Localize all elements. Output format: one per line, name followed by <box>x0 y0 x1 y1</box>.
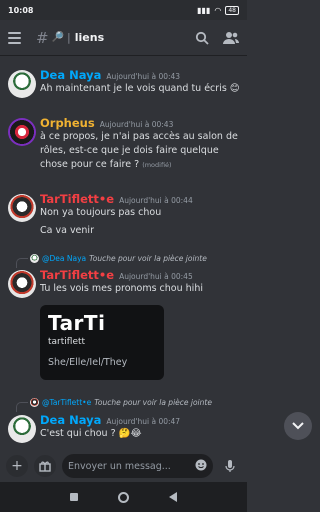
image-attachment[interactable]: TarTi tartiflett She/Elle/Iel/They <box>40 305 164 380</box>
reply-author[interactable]: @TarTiflett•e <box>42 398 91 407</box>
author-name[interactable]: Dea Naya <box>40 413 101 427</box>
reply-avatar <box>30 397 39 407</box>
jump-to-bottom-button[interactable] <box>284 412 312 440</box>
channel-name: liens <box>74 31 105 44</box>
timestamp: Aujourd'hui à 00:45 <box>119 272 193 281</box>
battery-icon: 48 <box>225 5 239 15</box>
gift-button[interactable] <box>34 455 56 477</box>
reply-reference[interactable]: @TarTiflett•e Touche pour voir la pièce … <box>16 396 245 412</box>
reply-reference[interactable]: @Dea Naya Touche pour voir la pièce join… <box>16 252 245 268</box>
avatar[interactable] <box>8 70 36 98</box>
channel-emoji: 🔎 <box>51 32 65 43</box>
message-feed[interactable]: Dea Naya Aujourd'hui à 00:43 Ah maintena… <box>0 56 247 452</box>
author-name[interactable]: Orpheus <box>40 116 95 130</box>
chevron-down-icon <box>292 422 304 430</box>
message-text: Non ya toujours pas chou <box>40 207 162 218</box>
status-bar: 10:08 ▮▮▮ ◠ 48 <box>0 0 247 20</box>
reply-text[interactable]: Touche pour voir la pièce jointe <box>94 398 212 407</box>
message-input[interactable]: Envoyer un messag... <box>62 454 213 478</box>
reply-text[interactable]: Touche pour voir la pièce jointe <box>89 254 207 263</box>
system-nav-bar <box>0 482 247 512</box>
search-icon[interactable] <box>195 31 209 45</box>
timestamp: Aujourd'hui à 00:43 <box>106 72 181 81</box>
avatar[interactable] <box>8 415 36 443</box>
message-text: Ca va venir <box>40 225 94 236</box>
message-text: C'est qui chou ? 🤔😂 <box>40 428 142 439</box>
menu-icon[interactable] <box>8 29 26 47</box>
wifi-icon: ◠ <box>214 5 222 15</box>
separator: | <box>67 31 71 44</box>
home-button[interactable] <box>118 491 129 503</box>
add-attachment-button[interactable]: + <box>6 455 28 477</box>
message-text: Ah maintenant je le vois quand tu écris … <box>40 83 240 94</box>
emoji-icon[interactable] <box>195 459 207 474</box>
gift-icon <box>39 461 51 472</box>
status-time: 10:08 <box>8 5 34 15</box>
avatar[interactable] <box>8 270 36 298</box>
author-name[interactable]: TarTiflett•e <box>40 268 114 282</box>
message-input-placeholder: Envoyer un messag... <box>68 460 171 472</box>
author-name[interactable]: Dea Naya <box>40 68 101 82</box>
card-pronouns: She/Elle/Iel/They <box>48 357 128 368</box>
card-username: tartiflett <box>48 337 86 347</box>
timestamp: Aujourd'hui à 00:47 <box>106 417 181 426</box>
message-text: Tu les vois mes pronoms chou hihi <box>40 283 203 294</box>
recents-button[interactable] <box>70 493 78 501</box>
reply-avatar <box>30 253 39 263</box>
reply-connector <box>16 402 28 412</box>
reply-author[interactable]: @Dea Naya <box>42 254 86 263</box>
avatar[interactable] <box>8 194 36 222</box>
edited-label: (modifié) <box>142 161 172 169</box>
hash-icon: # <box>36 28 49 47</box>
back-button[interactable] <box>169 492 177 502</box>
message-composer: + Envoyer un messag... <box>0 452 247 480</box>
voice-message-button[interactable] <box>219 455 241 477</box>
timestamp: Aujourd'hui à 00:43 <box>99 120 174 129</box>
signal-icon: ▮▮▮ <box>197 5 211 15</box>
channel-header: # 🔎 | liens <box>0 20 247 56</box>
microphone-icon <box>225 460 235 472</box>
avatar[interactable] <box>8 118 36 146</box>
members-icon[interactable] <box>223 31 239 45</box>
message-text: à ce propos, je n'ai pas accès au salon … <box>40 131 238 170</box>
reply-connector <box>16 258 28 268</box>
author-name[interactable]: TarTiflett•e <box>40 192 114 206</box>
timestamp: Aujourd'hui à 00:44 <box>119 196 193 205</box>
plus-icon: + <box>11 458 23 474</box>
card-title: TarTi <box>48 311 106 335</box>
